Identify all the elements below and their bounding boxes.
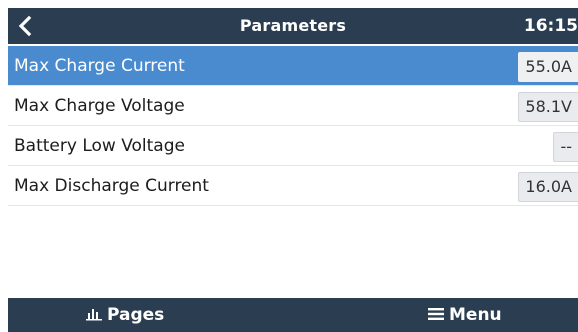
parameter-row-max-charge-current[interactable]: Max Charge Current 55.0A	[8, 46, 578, 86]
header-bar: Parameters 16:15	[8, 8, 578, 44]
parameter-label: Max Charge Voltage	[14, 96, 185, 116]
parameter-value: 16.0A	[518, 172, 578, 202]
parameter-label: Battery Low Voltage	[14, 136, 185, 156]
page-title: Parameters	[239, 16, 347, 35]
parameter-value: 55.0A	[518, 52, 578, 82]
parameter-value: --	[553, 132, 578, 162]
pages-button[interactable]: Pages	[86, 298, 164, 332]
parameter-list: Max Charge Current 55.0A Max Charge Volt…	[8, 46, 578, 206]
menu-label: Menu	[449, 305, 502, 325]
footer-bar: Pages Menu	[8, 298, 578, 332]
hamburger-menu-icon	[428, 308, 444, 320]
bar-chart-icon	[86, 309, 102, 321]
parameter-row-max-discharge-current[interactable]: Max Discharge Current 16.0A	[8, 166, 578, 206]
parameter-value: 58.1V	[518, 92, 578, 122]
parameter-label: Max Discharge Current	[14, 176, 209, 196]
clock-time: 16:15	[523, 16, 578, 36]
parameter-row-battery-low-voltage[interactable]: Battery Low Voltage --	[8, 126, 578, 166]
parameter-label: Max Charge Current	[14, 56, 185, 76]
menu-button[interactable]: Menu	[428, 298, 502, 332]
parameter-row-max-charge-voltage[interactable]: Max Charge Voltage 58.1V	[8, 86, 578, 126]
device-screen: Parameters 16:15 Max Charge Current 55.0…	[8, 8, 578, 332]
pages-label: Pages	[107, 305, 165, 325]
